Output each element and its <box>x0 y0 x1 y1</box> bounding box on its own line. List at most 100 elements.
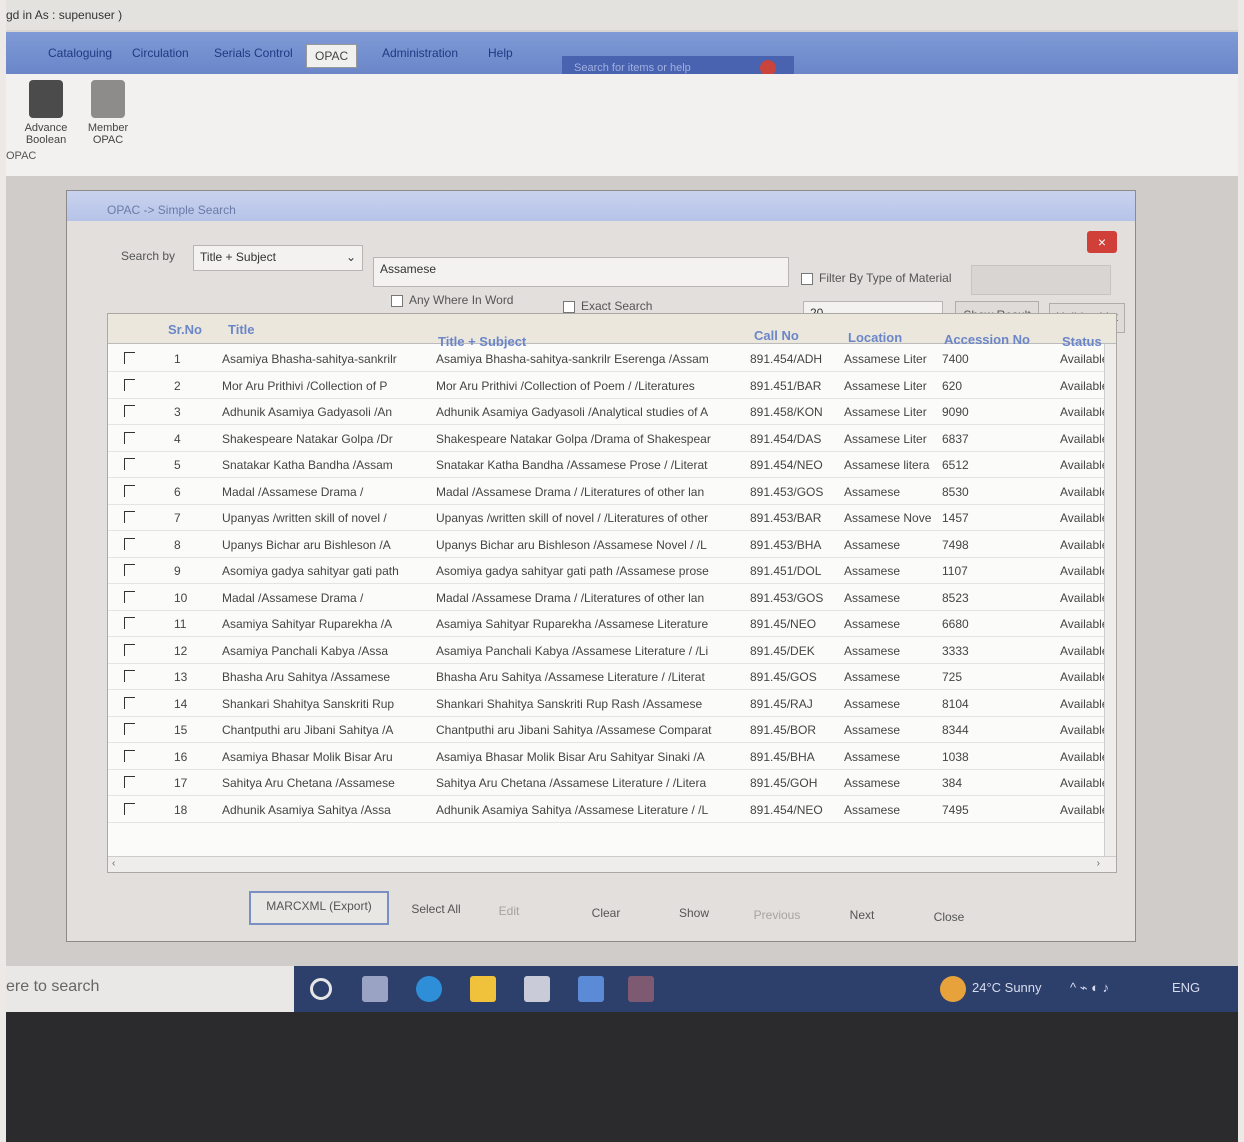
row-checkbox[interactable] <box>124 776 135 788</box>
table-row[interactable]: 4 Shakespeare Natakar Golpa /Dr Shakespear… <box>108 426 1116 452</box>
menu-opac[interactable]: OPAC <box>306 44 358 68</box>
advance-boolean-button[interactable]: Advance Boolean <box>18 80 74 146</box>
previous-button[interactable]: Previous <box>737 901 817 931</box>
header-sr-no[interactable]: Sr.No <box>168 322 202 337</box>
row-checkbox[interactable] <box>124 670 135 682</box>
row-checkbox[interactable] <box>124 643 135 656</box>
table-row[interactable]: 2 Mor Aru Prithivi /Collection of P Mor Ar… <box>108 373 1116 399</box>
menu-administration[interactable]: Administration <box>374 42 466 64</box>
cell-location: Assamese <box>844 590 901 605</box>
mail-icon[interactable] <box>578 976 604 1002</box>
cell-accession-no: 8523 <box>942 590 969 605</box>
table-row[interactable]: 12 Asamiya Panchali Kabya /Assa Asamiya Pa… <box>108 638 1116 664</box>
table-row[interactable]: 11 Asamiya Sahityar Ruparekha /A Asamiya S… <box>108 611 1116 637</box>
app-icon[interactable] <box>628 976 654 1002</box>
table-row[interactable]: 13 Bhasha Aru Sahitya /Assamese Bhasha Aru… <box>108 664 1116 690</box>
search-by-select[interactable]: Title + Subject ⌄ <box>193 245 363 271</box>
task-view-icon[interactable] <box>362 976 388 1002</box>
marcxml-export-button[interactable]: MARCXML (Export) <box>249 891 389 925</box>
filter-material-checkbox[interactable]: Filter By Type of Material <box>801 271 952 285</box>
header-title[interactable]: Title <box>228 322 255 337</box>
tray-icons[interactable]: ^ ⌁ ◐ ♪ <box>1070 980 1109 996</box>
header-location[interactable]: Location <box>848 330 902 345</box>
search-input-value: Assamese <box>380 262 437 276</box>
row-checkbox[interactable] <box>124 484 135 497</box>
cell-location: Assamese litera <box>844 458 930 472</box>
close-icon[interactable]: × <box>1087 231 1117 253</box>
table-row[interactable]: 18 Adhunik Asamiya Sahitya /Assa Adhunik A… <box>108 797 1116 823</box>
cell-title-subject: Upanys Bichar aru Bishleson /Assamese No… <box>436 537 707 552</box>
header-call-no[interactable]: Call No <box>754 328 799 343</box>
search-input[interactable]: Assamese <box>373 257 789 287</box>
edge-icon[interactable] <box>416 976 442 1002</box>
table-row[interactable]: 9 Asomiya gadya sahityar gati path Asomiya… <box>108 558 1116 584</box>
cell-title: Upanyas /written skill of novel / <box>222 511 387 525</box>
menu-circulation[interactable]: Circulation <box>124 42 197 64</box>
cell-sr-no: 9 <box>174 564 181 578</box>
horizontal-scrollbar[interactable]: ‹ › <box>108 856 1116 872</box>
edit-button[interactable]: Edit <box>481 897 537 927</box>
cell-sr-no: 6 <box>174 484 181 499</box>
menu-cataloguing[interactable]: Cataloguing <box>40 42 120 64</box>
table-row[interactable]: 16 Asamiya Bhasar Molik Bisar Aru Asamiya … <box>108 744 1116 770</box>
cell-location: Assamese <box>844 749 901 764</box>
table-row[interactable]: 14 Shankari Shahitya Sanskriti Rup Shankar… <box>108 691 1116 717</box>
row-checkbox[interactable] <box>124 511 135 523</box>
weather-text[interactable]: 24°C Sunny <box>972 980 1042 995</box>
row-checkbox[interactable] <box>124 564 135 576</box>
table-row[interactable]: 7 Upanyas /written skill of novel / Upanya… <box>108 505 1116 531</box>
file-explorer-icon[interactable] <box>470 976 496 1002</box>
table-row[interactable]: 10 Madal /Assamese Drama / Madal /Assamese… <box>108 585 1116 611</box>
cell-call-no: 891.453/BAR <box>750 511 822 525</box>
taskbar: ere to search 24°C Sunny ^ ⌁ ◐ ♪ ENG <box>6 966 1238 1012</box>
cell-accession-no: 725 <box>942 670 963 684</box>
table-row[interactable]: 5 Snatakar Katha Bandha /Assam Snatakar Ka… <box>108 452 1116 478</box>
menu-serials-control[interactable]: Serials Control <box>206 42 301 64</box>
table-row[interactable]: 8 Upanys Bichar aru Bishleson /A Upanys Bi… <box>108 532 1116 558</box>
row-checkbox[interactable] <box>124 431 135 444</box>
table-row[interactable]: 6 Madal /Assamese Drama / Madal /Assamese … <box>108 479 1116 505</box>
advance-boolean-label-1: Advance <box>24 122 68 134</box>
row-checkbox[interactable] <box>124 723 135 735</box>
row-checkbox[interactable] <box>124 352 135 364</box>
member-opac-button[interactable]: Member OPAC <box>80 80 136 146</box>
row-checkbox[interactable] <box>124 405 135 417</box>
row-checkbox[interactable] <box>124 696 135 709</box>
store-icon[interactable] <box>524 976 550 1002</box>
cell-title: Madal /Assamese Drama / <box>222 484 364 499</box>
show-button[interactable]: Show <box>659 899 729 929</box>
menu-help[interactable]: Help <box>480 42 521 64</box>
language-indicator[interactable]: ENG <box>1172 980 1200 995</box>
row-checkbox[interactable] <box>124 802 135 815</box>
vertical-scrollbar[interactable] <box>1104 344 1116 856</box>
row-checkbox[interactable] <box>124 749 135 762</box>
close-button[interactable]: Close <box>913 903 985 933</box>
table-row[interactable]: 17 Sahitya Aru Chetana /Assamese Sahitya A… <box>108 770 1116 796</box>
cell-title: Bhasha Aru Sahitya /Assamese <box>222 670 391 684</box>
cell-title: Adhunik Asamiya Gadyasoli /An <box>222 405 393 419</box>
clear-button[interactable]: Clear <box>571 899 641 929</box>
row-checkbox[interactable] <box>124 590 135 603</box>
cell-sr-no: 10 <box>174 590 188 605</box>
cell-title: Madal /Assamese Drama / <box>222 590 364 605</box>
header-accession-no[interactable]: Accession No <box>944 332 1030 347</box>
next-button[interactable]: Next <box>827 901 897 931</box>
taskbar-search[interactable]: ere to search <box>6 966 294 1012</box>
cell-title-subject: Shakespeare Natakar Golpa /Drama of Shak… <box>436 431 711 446</box>
chevron-left-icon: ‹ <box>112 858 116 869</box>
exact-search-checkbox[interactable]: Exact Search <box>563 299 652 313</box>
table-row[interactable]: 1 Asamiya Bhasha-sahitya-sankrilr Asamiya … <box>108 346 1116 372</box>
row-checkbox[interactable] <box>124 378 135 391</box>
chevron-down-icon: ⌄ <box>345 250 356 264</box>
cell-sr-no: 11 <box>174 617 187 631</box>
select-all-button[interactable]: Select All <box>399 895 473 925</box>
row-checkbox[interactable] <box>124 458 135 470</box>
cortana-icon[interactable] <box>310 978 332 1000</box>
row-checkbox[interactable] <box>124 617 135 629</box>
table-row[interactable]: 3 Adhunik Asamiya Gadyasoli /An Adhunik As… <box>108 399 1116 425</box>
weather-icon[interactable] <box>940 976 966 1002</box>
any-where-checkbox[interactable]: Any Where In Word <box>391 293 513 307</box>
table-row[interactable]: 15 Chantputhi aru Jibani Sahitya /A Chantp… <box>108 717 1116 743</box>
filter-material-select[interactable] <box>971 265 1111 295</box>
row-checkbox[interactable] <box>124 537 135 550</box>
